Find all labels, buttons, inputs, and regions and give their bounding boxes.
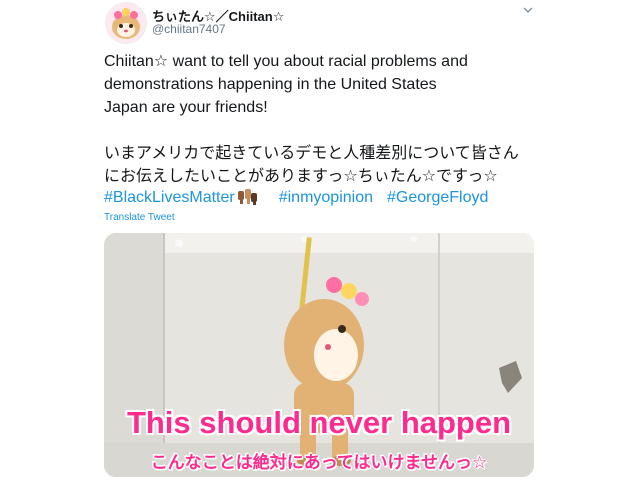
translate-tweet-link[interactable]: Translate Tweet (104, 212, 175, 223)
avatar[interactable] (105, 2, 147, 44)
tweet-text: Chiitan☆ want to tell you about racial p… (104, 50, 534, 188)
hashtag-inmyopinion[interactable]: #inmyopinion (279, 189, 373, 206)
chevron-down-icon[interactable] (520, 4, 536, 18)
hashtag-georgefloyd[interactable]: #GeorgeFloyd (387, 189, 488, 206)
tweet: ちぃたん☆／Chiitan☆ @chiitan7407 Chiitan☆ wan… (0, 0, 640, 480)
author-handle[interactable]: @chiitan7407 (152, 22, 226, 36)
video-caption-en: This should never happen (126, 405, 512, 440)
hashtag-blacklivesmatter[interactable]: #BlackLivesMatter (104, 189, 235, 206)
hashtag-row: #BlackLivesMatter #inmyopinion #GeorgeFlo… (104, 186, 502, 212)
raised-fists-icon (237, 187, 259, 212)
video-media[interactable]: This should never happen こんなことは絶対にあってはいけ… (104, 233, 534, 477)
tweet-line-en-2: demonstrations happening in the United S… (104, 76, 437, 93)
tweet-line-en-1: Chiitan☆ want to tell you about racial p… (104, 53, 468, 70)
tweet-line-ja-1: いまアメリカで起きているデモと人種差別について皆さん (104, 145, 519, 162)
tweet-line-en-3: Japan are your friends! (104, 99, 268, 116)
mascot-avatar-icon (106, 3, 146, 43)
tweet-line-ja-2: にお伝えしたいことがありますっ☆ちぃたん☆ですっ☆ (104, 168, 498, 185)
video-caption-ja: こんなことは絶対にあってはいけませんっ☆ (150, 453, 488, 472)
